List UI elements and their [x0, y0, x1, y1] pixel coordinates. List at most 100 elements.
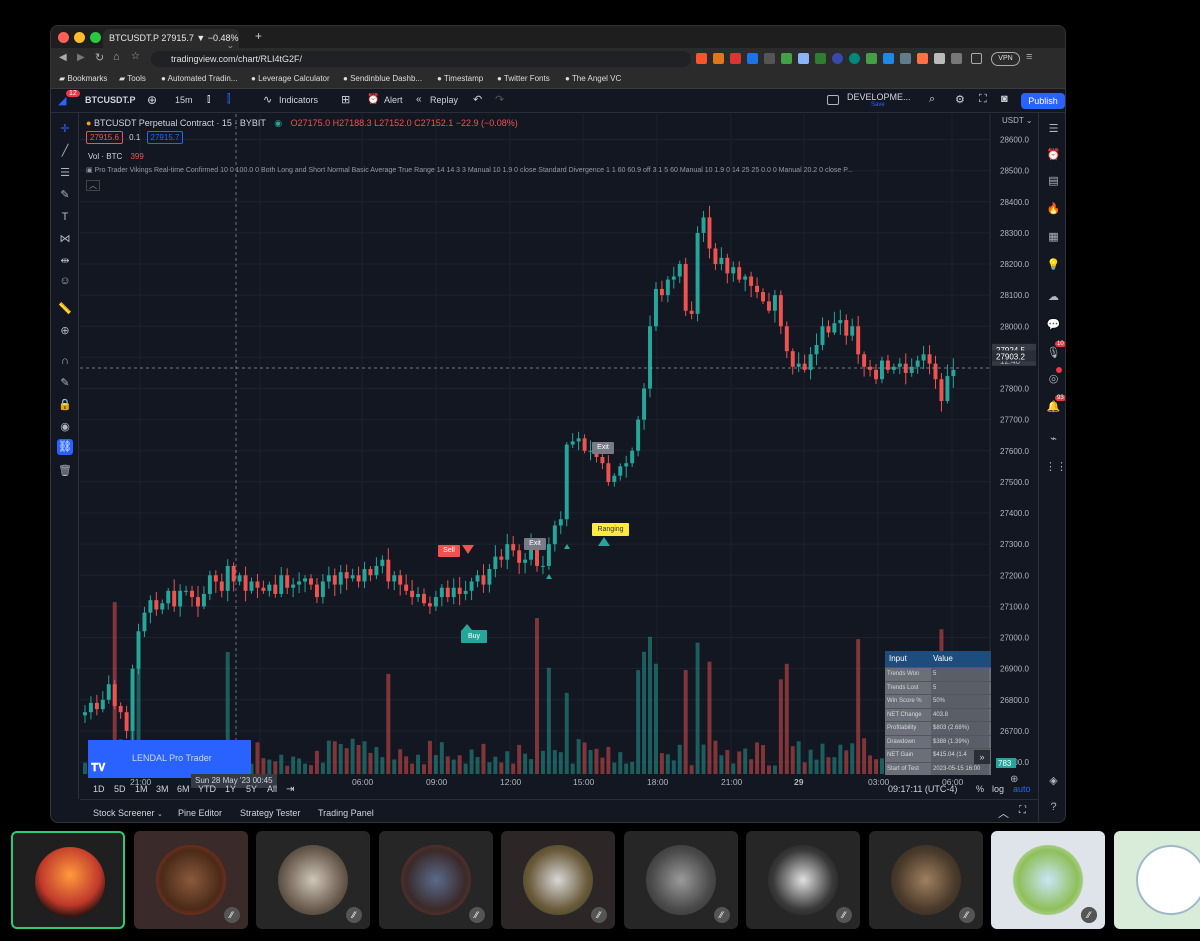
eye-icon[interactable]: ◉ [57, 419, 73, 435]
participant-tile[interactable]: ⁄⁄ [501, 831, 615, 929]
publish-button[interactable]: Publish [1021, 93, 1065, 109]
compare-symbol-icon[interactable]: ⊕ [147, 93, 157, 107]
symbol-search-button[interactable]: BTCUSDT.P [85, 95, 136, 105]
zoom-in-icon[interactable]: ⊕ [57, 323, 73, 339]
interval-button[interactable]: 15m [175, 95, 193, 105]
tab-strategy-tester[interactable]: Strategy Tester [240, 808, 300, 818]
indicators-button[interactable]: Indicators [279, 95, 318, 105]
redo-icon[interactable]: ↷ [495, 93, 504, 106]
link-icon[interactable]: ⛓ [57, 439, 73, 455]
forward-icon[interactable]: ▶ [77, 52, 85, 63]
bookmark-item[interactable]: ● Twitter Fonts [497, 74, 550, 83]
goto-date-icon[interactable]: ⇥ [286, 784, 294, 795]
help-icon[interactable]: ? [1045, 799, 1062, 816]
puzzle-icon[interactable] [951, 53, 962, 64]
broadcast-icon[interactable]: ◎ [1045, 371, 1062, 388]
participant-tile[interactable]: ⁄⁄ [133, 831, 248, 929]
vpn-button[interactable]: VPN [991, 52, 1020, 66]
pattern-icon[interactable]: ⋈ [57, 231, 73, 247]
maximize-panel-icon[interactable]: ⛶ [1019, 805, 1026, 816]
bookmark-item[interactable]: ▰ Bookmarks [59, 74, 107, 83]
participant-tile[interactable]: ⁄⁄ [746, 831, 860, 929]
indicators-icon[interactable]: ∿ [263, 93, 272, 106]
layout-icon[interactable] [827, 95, 839, 105]
magnet-icon[interactable]: ∩ [57, 353, 73, 369]
bookmark-star-icon[interactable]: ☆ [131, 51, 140, 62]
hotlist-icon[interactable]: 🔥 [1045, 201, 1062, 218]
expand-table-button[interactable]: » [974, 750, 990, 764]
extension-icon[interactable] [934, 53, 945, 64]
bookmark-item[interactable]: ● Leverage Calculator [251, 74, 330, 83]
tab-stock-screener[interactable]: Stock Screener ⌄ [93, 808, 163, 818]
participant-tile[interactable]: ⁄⁄ [623, 831, 738, 929]
replay-icon[interactable]: « [416, 94, 422, 105]
extension-icon[interactable] [781, 53, 792, 64]
extension-icon[interactable] [849, 53, 860, 64]
range-button-6m[interactable]: 6M [177, 784, 190, 794]
currency-label[interactable]: USDT ⌄ [1002, 116, 1033, 125]
back-icon[interactable]: ◀ [59, 52, 67, 63]
home-icon[interactable]: ⌂ [113, 51, 120, 63]
collapse-panel-icon[interactable]: ︿ [998, 805, 1009, 821]
lock-icon[interactable]: 🔒 [57, 397, 73, 413]
community-icon[interactable]: ☁ [1045, 289, 1062, 306]
watchlist-icon[interactable]: ☰ [1045, 121, 1062, 138]
reload-icon[interactable]: ↻ [95, 51, 104, 64]
url-field[interactable]: tradingview.com/chart/RLI4tG2F/ [151, 51, 691, 67]
extension-icon[interactable] [815, 53, 826, 64]
prediction-icon[interactable]: ⇹ [57, 253, 73, 269]
candles-icon[interactable]: ⫿ [227, 93, 231, 106]
extension-icon[interactable] [798, 53, 809, 64]
ruler-icon[interactable]: 📏 [57, 301, 73, 317]
bookmark-item[interactable]: ● Timestamp [437, 74, 483, 83]
participant-tile[interactable]: ⁄⁄ [868, 831, 983, 929]
auto-toggle[interactable]: auto [1013, 784, 1031, 794]
lock-drawing-icon[interactable]: ✎ [57, 375, 73, 391]
tab-trading-panel[interactable]: Trading Panel [318, 808, 374, 818]
search-icon[interactable]: ⌕ [929, 93, 935, 106]
range-button-ytd[interactable]: YTD [198, 784, 216, 794]
alarm-clock-icon[interactable]: ⏰ [1045, 147, 1062, 164]
alert-button[interactable]: Alert [384, 95, 403, 105]
extension-icon[interactable] [883, 53, 894, 64]
participant-tile[interactable] [11, 831, 125, 929]
tab-pine-editor[interactable]: Pine Editor [178, 808, 222, 818]
participant-tile[interactable] [1113, 831, 1200, 929]
text-icon[interactable]: T [57, 209, 73, 225]
bookmark-item[interactable]: ● The Angel VC [565, 74, 621, 83]
log-toggle[interactable]: log [992, 784, 1004, 794]
camera-icon[interactable]: ◙ [1001, 93, 1008, 105]
replay-button[interactable]: Replay [430, 95, 458, 105]
notifications-icon[interactable]: 🔔 [1045, 399, 1062, 416]
chat-icon[interactable]: 💬 [1045, 317, 1062, 334]
templates-icon[interactable]: ⊞ [341, 93, 350, 106]
range-button-5y[interactable]: 5Y [246, 784, 257, 794]
participant-tile[interactable]: ⁄⁄⁄⁄ [991, 831, 1105, 929]
crosshair-icon[interactable]: ✛ [57, 121, 73, 137]
extension-icon[interactable] [917, 53, 928, 64]
percent-toggle[interactable]: % [976, 784, 984, 794]
metamask-extension-icon[interactable] [713, 53, 724, 64]
extension-icon[interactable] [900, 53, 911, 64]
streams-icon[interactable]: 🎙 [1045, 345, 1062, 362]
price-axis[interactable]: USDT ⌄ 28600.0 28500.0 28400.0 28300.0 28200.… [989, 114, 1038, 774]
range-button-1d[interactable]: 1D [93, 784, 105, 794]
fib-icon[interactable]: ☰ [57, 165, 73, 181]
trading-icon[interactable]: ⌁ [1045, 431, 1062, 448]
indicator-toggle-icon[interactable]: ▣ [86, 167, 95, 174]
alert-icon[interactable]: ⏰ [367, 94, 379, 105]
bookmark-item[interactable]: ▰ Tools [119, 74, 146, 83]
range-button-1y[interactable]: 1Y [225, 784, 236, 794]
browser-tab[interactable]: BTCUSDT.P 27915.7 ▼ −0.48% × [103, 29, 239, 48]
bar-style-icon[interactable]: ⫾ [207, 93, 211, 106]
layout-name[interactable]: DEVELOPME... [847, 92, 911, 102]
range-button-1m[interactable]: 1M [135, 784, 148, 794]
extension-icon[interactable] [866, 53, 877, 64]
dom-icon[interactable]: ⋮⋮ [1045, 459, 1065, 476]
ask-button[interactable]: 27915.7 [146, 131, 184, 144]
sidebar-icon[interactable] [971, 53, 982, 64]
undo-icon[interactable]: ↶ [473, 93, 482, 106]
range-button-3m[interactable]: 3M [156, 784, 169, 794]
fullscreen-icon[interactable]: ⛶ [979, 93, 987, 106]
range-button-5d[interactable]: 5D [114, 784, 126, 794]
